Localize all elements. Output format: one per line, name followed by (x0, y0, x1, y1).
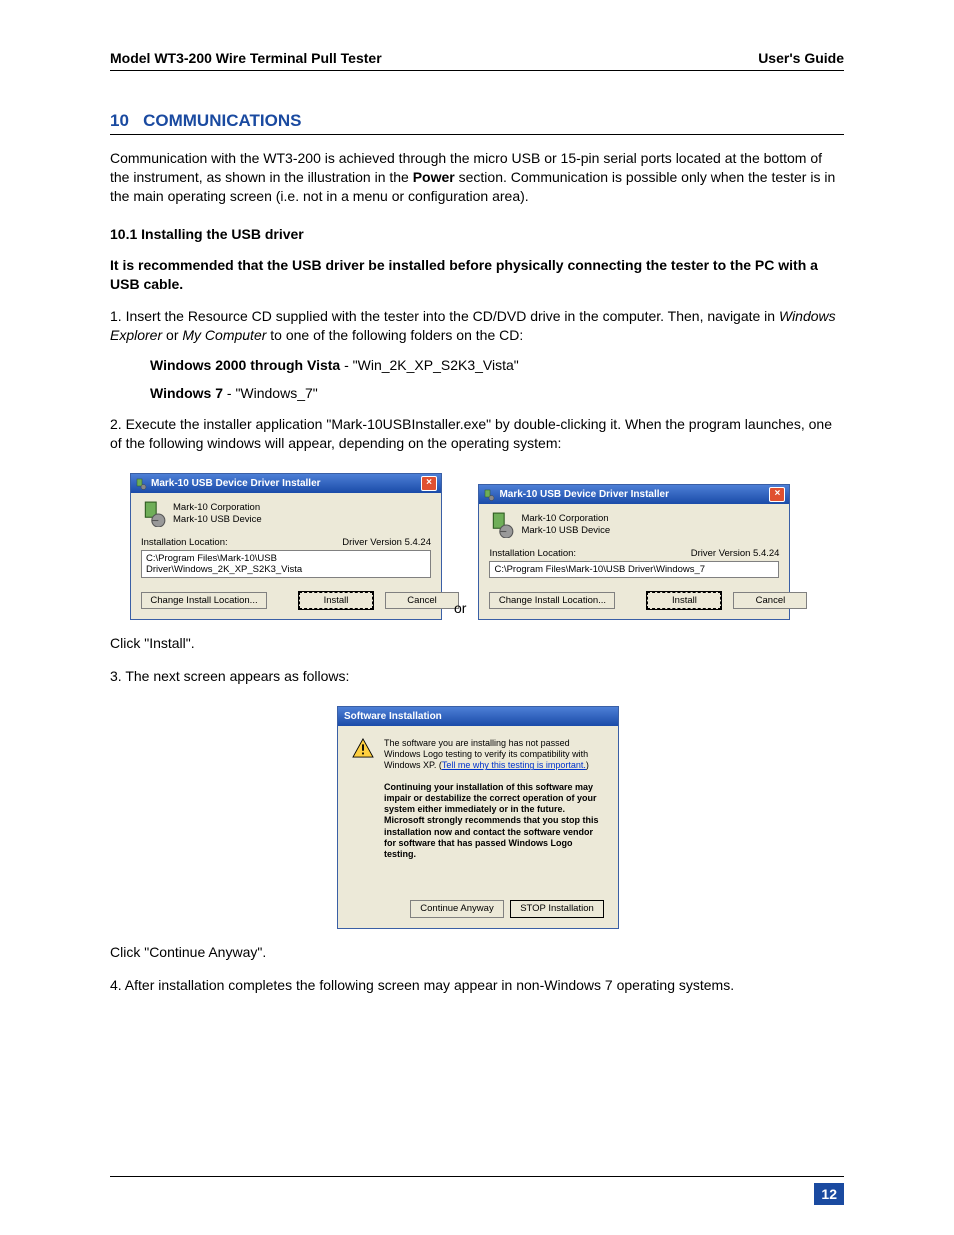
app-icon (135, 478, 147, 490)
paragraph-intro: Communication with the WT3-200 is achiev… (110, 149, 844, 206)
change-location-button[interactable]: Change Install Location... (141, 592, 267, 609)
driver-version: Driver Version 5.4.24 (691, 548, 780, 559)
location-label: Installation Location: (489, 548, 576, 559)
corp-name: Mark-10 Corporation (521, 513, 610, 525)
section-heading: 10 COMMUNICATIONS (110, 111, 844, 135)
device-name: Mark-10 USB Device (173, 514, 262, 526)
close-button[interactable]: × (769, 487, 785, 502)
step-1: 1. Insert the Resource CD supplied with … (110, 307, 844, 345)
page-header: Model WT3-200 Wire Terminal Pull Tester … (110, 50, 844, 71)
stop-installation-button[interactable]: STOP Installation (510, 900, 604, 918)
dialog-titlebar: Software Installation (338, 707, 618, 726)
step-4: 4. After installation completes the foll… (110, 976, 844, 995)
click-continue-text: Click "Continue Anyway". (110, 943, 844, 962)
warning-text-2: Continuing your installation of this sof… (384, 782, 604, 861)
warning-text-1: The software you are installing has not … (384, 738, 604, 772)
installer-dialog-vista: Mark-10 USB Device Driver Installer × Ma… (130, 473, 442, 620)
or-text: or (454, 600, 466, 616)
section-number: 10 (110, 111, 129, 130)
dialog-title-text: Mark-10 USB Device Driver Installer (499, 489, 669, 500)
tell-me-why-link[interactable]: Tell me why this testing is important. (442, 760, 586, 770)
step-3: 3. The next screen appears as follows: (110, 667, 844, 686)
location-label: Installation Location: (141, 537, 228, 548)
install-path-field[interactable]: C:\Program Files\Mark-10\USB Driver\Wind… (489, 561, 779, 578)
folder-win7: Windows 7 - "Windows_7" (150, 385, 844, 401)
device-icon (489, 512, 515, 538)
software-installation-dialog: Software Installation The software you a… (337, 706, 619, 929)
install-button[interactable]: Install (299, 592, 373, 609)
folder-vista: Windows 2000 through Vista - "Win_2K_XP_… (150, 357, 844, 373)
device-name: Mark-10 USB Device (521, 525, 610, 537)
document-page: Model WT3-200 Wire Terminal Pull Tester … (0, 0, 954, 1235)
header-left: Model WT3-200 Wire Terminal Pull Tester (110, 50, 382, 66)
dialog-title-text: Mark-10 USB Device Driver Installer (151, 478, 321, 489)
cancel-button[interactable]: Cancel (385, 592, 459, 609)
installer-dialog-win7: Mark-10 USB Device Driver Installer × Ma… (478, 484, 790, 620)
step-2: 2. Execute the installer application "Ma… (110, 415, 844, 453)
subheading-usb: 10.1 Installing the USB driver (110, 226, 844, 242)
section-title: COMMUNICATIONS (143, 111, 301, 130)
continue-anyway-button[interactable]: Continue Anyway (410, 900, 504, 918)
driver-version: Driver Version 5.4.24 (342, 537, 431, 548)
install-button[interactable]: Install (647, 592, 721, 609)
dialog-titlebar: Mark-10 USB Device Driver Installer × (131, 474, 441, 493)
app-icon (483, 489, 495, 501)
click-install-text: Click "Install". (110, 634, 844, 653)
header-right: User's Guide (758, 50, 844, 66)
dialog-titlebar: Mark-10 USB Device Driver Installer × (479, 485, 789, 504)
warning-icon (352, 738, 374, 758)
device-icon (141, 501, 167, 527)
corp-name: Mark-10 Corporation (173, 502, 262, 514)
installer-dialogs-row: Mark-10 USB Device Driver Installer × Ma… (130, 473, 844, 620)
cancel-button[interactable]: Cancel (733, 592, 807, 609)
recommendation: It is recommended that the USB driver be… (110, 256, 844, 294)
page-footer: 12 (110, 1176, 844, 1205)
install-path-field[interactable]: C:\Program Files\Mark-10\USB Driver\Wind… (141, 550, 431, 578)
page-number: 12 (814, 1183, 844, 1205)
change-location-button[interactable]: Change Install Location... (489, 592, 615, 609)
close-button[interactable]: × (421, 476, 437, 491)
